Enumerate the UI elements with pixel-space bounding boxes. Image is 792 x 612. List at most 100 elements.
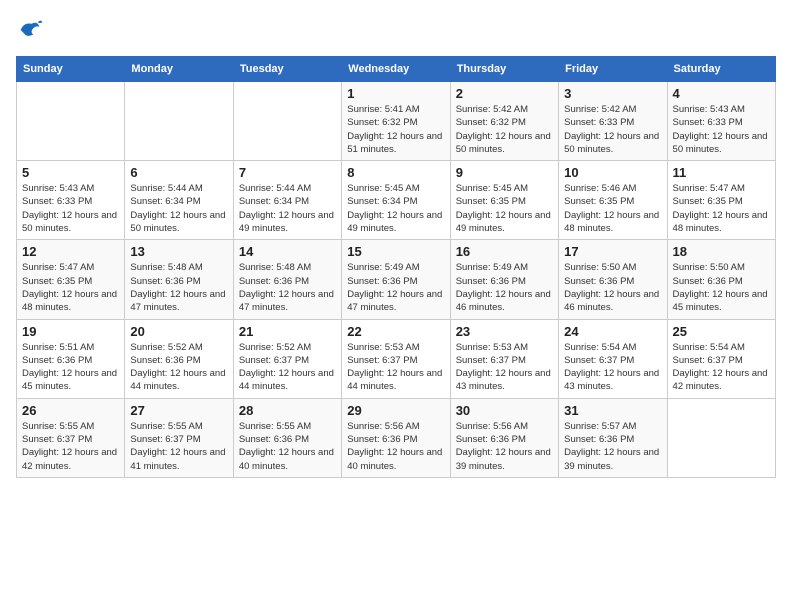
calendar-cell: 8 Sunrise: 5:45 AMSunset: 6:34 PMDayligh… <box>342 161 450 240</box>
calendar-cell: 31 Sunrise: 5:57 AMSunset: 6:36 PMDaylig… <box>559 398 667 477</box>
calendar-cell: 28 Sunrise: 5:55 AMSunset: 6:36 PMDaylig… <box>233 398 341 477</box>
day-number: 27 <box>130 403 227 418</box>
day-detail: Sunrise: 5:42 AMSunset: 6:33 PMDaylight:… <box>564 103 661 156</box>
day-number: 22 <box>347 324 444 339</box>
weekday-header: Sunday <box>17 57 125 82</box>
day-number: 31 <box>564 403 661 418</box>
calendar-cell: 21 Sunrise: 5:52 AMSunset: 6:37 PMDaylig… <box>233 319 341 398</box>
calendar-cell: 19 Sunrise: 5:51 AMSunset: 6:36 PMDaylig… <box>17 319 125 398</box>
logo <box>16 16 48 44</box>
calendar-table: SundayMondayTuesdayWednesdayThursdayFrid… <box>16 56 776 478</box>
calendar-cell: 20 Sunrise: 5:52 AMSunset: 6:36 PMDaylig… <box>125 319 233 398</box>
calendar-week-row: 12 Sunrise: 5:47 AMSunset: 6:35 PMDaylig… <box>17 240 776 319</box>
calendar-cell: 9 Sunrise: 5:45 AMSunset: 6:35 PMDayligh… <box>450 161 558 240</box>
page-header <box>16 16 776 44</box>
calendar-cell: 27 Sunrise: 5:55 AMSunset: 6:37 PMDaylig… <box>125 398 233 477</box>
weekday-header: Wednesday <box>342 57 450 82</box>
calendar-cell <box>17 82 125 161</box>
day-detail: Sunrise: 5:42 AMSunset: 6:32 PMDaylight:… <box>456 103 553 156</box>
day-detail: Sunrise: 5:49 AMSunset: 6:36 PMDaylight:… <box>347 261 444 314</box>
calendar-cell: 11 Sunrise: 5:47 AMSunset: 6:35 PMDaylig… <box>667 161 775 240</box>
logo-bird-icon <box>16 16 44 44</box>
day-detail: Sunrise: 5:43 AMSunset: 6:33 PMDaylight:… <box>22 182 119 235</box>
day-number: 17 <box>564 244 661 259</box>
calendar-cell: 14 Sunrise: 5:48 AMSunset: 6:36 PMDaylig… <box>233 240 341 319</box>
calendar-cell <box>233 82 341 161</box>
calendar-cell: 6 Sunrise: 5:44 AMSunset: 6:34 PMDayligh… <box>125 161 233 240</box>
calendar-cell: 29 Sunrise: 5:56 AMSunset: 6:36 PMDaylig… <box>342 398 450 477</box>
weekday-header: Saturday <box>667 57 775 82</box>
day-number: 10 <box>564 165 661 180</box>
calendar-week-row: 19 Sunrise: 5:51 AMSunset: 6:36 PMDaylig… <box>17 319 776 398</box>
day-number: 20 <box>130 324 227 339</box>
day-detail: Sunrise: 5:52 AMSunset: 6:37 PMDaylight:… <box>239 341 336 394</box>
calendar-cell: 23 Sunrise: 5:53 AMSunset: 6:37 PMDaylig… <box>450 319 558 398</box>
day-detail: Sunrise: 5:53 AMSunset: 6:37 PMDaylight:… <box>456 341 553 394</box>
calendar-cell: 24 Sunrise: 5:54 AMSunset: 6:37 PMDaylig… <box>559 319 667 398</box>
day-number: 19 <box>22 324 119 339</box>
calendar-week-row: 5 Sunrise: 5:43 AMSunset: 6:33 PMDayligh… <box>17 161 776 240</box>
weekday-header: Monday <box>125 57 233 82</box>
calendar-cell: 26 Sunrise: 5:55 AMSunset: 6:37 PMDaylig… <box>17 398 125 477</box>
day-number: 24 <box>564 324 661 339</box>
calendar-cell: 16 Sunrise: 5:49 AMSunset: 6:36 PMDaylig… <box>450 240 558 319</box>
day-detail: Sunrise: 5:47 AMSunset: 6:35 PMDaylight:… <box>22 261 119 314</box>
day-detail: Sunrise: 5:43 AMSunset: 6:33 PMDaylight:… <box>673 103 770 156</box>
day-number: 9 <box>456 165 553 180</box>
day-detail: Sunrise: 5:45 AMSunset: 6:34 PMDaylight:… <box>347 182 444 235</box>
day-detail: Sunrise: 5:54 AMSunset: 6:37 PMDaylight:… <box>673 341 770 394</box>
calendar-cell: 25 Sunrise: 5:54 AMSunset: 6:37 PMDaylig… <box>667 319 775 398</box>
day-number: 26 <box>22 403 119 418</box>
day-number: 29 <box>347 403 444 418</box>
weekday-header: Tuesday <box>233 57 341 82</box>
calendar-cell: 15 Sunrise: 5:49 AMSunset: 6:36 PMDaylig… <box>342 240 450 319</box>
day-number: 1 <box>347 86 444 101</box>
calendar-cell: 4 Sunrise: 5:43 AMSunset: 6:33 PMDayligh… <box>667 82 775 161</box>
day-number: 30 <box>456 403 553 418</box>
day-detail: Sunrise: 5:45 AMSunset: 6:35 PMDaylight:… <box>456 182 553 235</box>
day-number: 8 <box>347 165 444 180</box>
day-detail: Sunrise: 5:44 AMSunset: 6:34 PMDaylight:… <box>130 182 227 235</box>
day-detail: Sunrise: 5:48 AMSunset: 6:36 PMDaylight:… <box>130 261 227 314</box>
day-number: 13 <box>130 244 227 259</box>
calendar-cell: 18 Sunrise: 5:50 AMSunset: 6:36 PMDaylig… <box>667 240 775 319</box>
calendar-cell: 7 Sunrise: 5:44 AMSunset: 6:34 PMDayligh… <box>233 161 341 240</box>
day-number: 3 <box>564 86 661 101</box>
day-number: 15 <box>347 244 444 259</box>
calendar-cell: 12 Sunrise: 5:47 AMSunset: 6:35 PMDaylig… <box>17 240 125 319</box>
day-detail: Sunrise: 5:49 AMSunset: 6:36 PMDaylight:… <box>456 261 553 314</box>
calendar-cell: 5 Sunrise: 5:43 AMSunset: 6:33 PMDayligh… <box>17 161 125 240</box>
weekday-header-row: SundayMondayTuesdayWednesdayThursdayFrid… <box>17 57 776 82</box>
day-detail: Sunrise: 5:41 AMSunset: 6:32 PMDaylight:… <box>347 103 444 156</box>
day-number: 28 <box>239 403 336 418</box>
day-detail: Sunrise: 5:55 AMSunset: 6:36 PMDaylight:… <box>239 420 336 473</box>
calendar-cell: 10 Sunrise: 5:46 AMSunset: 6:35 PMDaylig… <box>559 161 667 240</box>
day-detail: Sunrise: 5:48 AMSunset: 6:36 PMDaylight:… <box>239 261 336 314</box>
calendar-cell: 2 Sunrise: 5:42 AMSunset: 6:32 PMDayligh… <box>450 82 558 161</box>
day-detail: Sunrise: 5:51 AMSunset: 6:36 PMDaylight:… <box>22 341 119 394</box>
day-number: 6 <box>130 165 227 180</box>
day-detail: Sunrise: 5:56 AMSunset: 6:36 PMDaylight:… <box>456 420 553 473</box>
day-number: 12 <box>22 244 119 259</box>
day-number: 21 <box>239 324 336 339</box>
calendar-cell <box>667 398 775 477</box>
day-detail: Sunrise: 5:50 AMSunset: 6:36 PMDaylight:… <box>564 261 661 314</box>
calendar-cell: 13 Sunrise: 5:48 AMSunset: 6:36 PMDaylig… <box>125 240 233 319</box>
day-detail: Sunrise: 5:44 AMSunset: 6:34 PMDaylight:… <box>239 182 336 235</box>
weekday-header: Friday <box>559 57 667 82</box>
calendar-cell: 3 Sunrise: 5:42 AMSunset: 6:33 PMDayligh… <box>559 82 667 161</box>
day-detail: Sunrise: 5:53 AMSunset: 6:37 PMDaylight:… <box>347 341 444 394</box>
day-number: 2 <box>456 86 553 101</box>
day-detail: Sunrise: 5:46 AMSunset: 6:35 PMDaylight:… <box>564 182 661 235</box>
day-number: 11 <box>673 165 770 180</box>
day-number: 16 <box>456 244 553 259</box>
day-number: 7 <box>239 165 336 180</box>
day-number: 5 <box>22 165 119 180</box>
day-number: 4 <box>673 86 770 101</box>
calendar-cell: 17 Sunrise: 5:50 AMSunset: 6:36 PMDaylig… <box>559 240 667 319</box>
day-detail: Sunrise: 5:57 AMSunset: 6:36 PMDaylight:… <box>564 420 661 473</box>
calendar-cell <box>125 82 233 161</box>
day-detail: Sunrise: 5:55 AMSunset: 6:37 PMDaylight:… <box>130 420 227 473</box>
weekday-header: Thursday <box>450 57 558 82</box>
day-detail: Sunrise: 5:54 AMSunset: 6:37 PMDaylight:… <box>564 341 661 394</box>
